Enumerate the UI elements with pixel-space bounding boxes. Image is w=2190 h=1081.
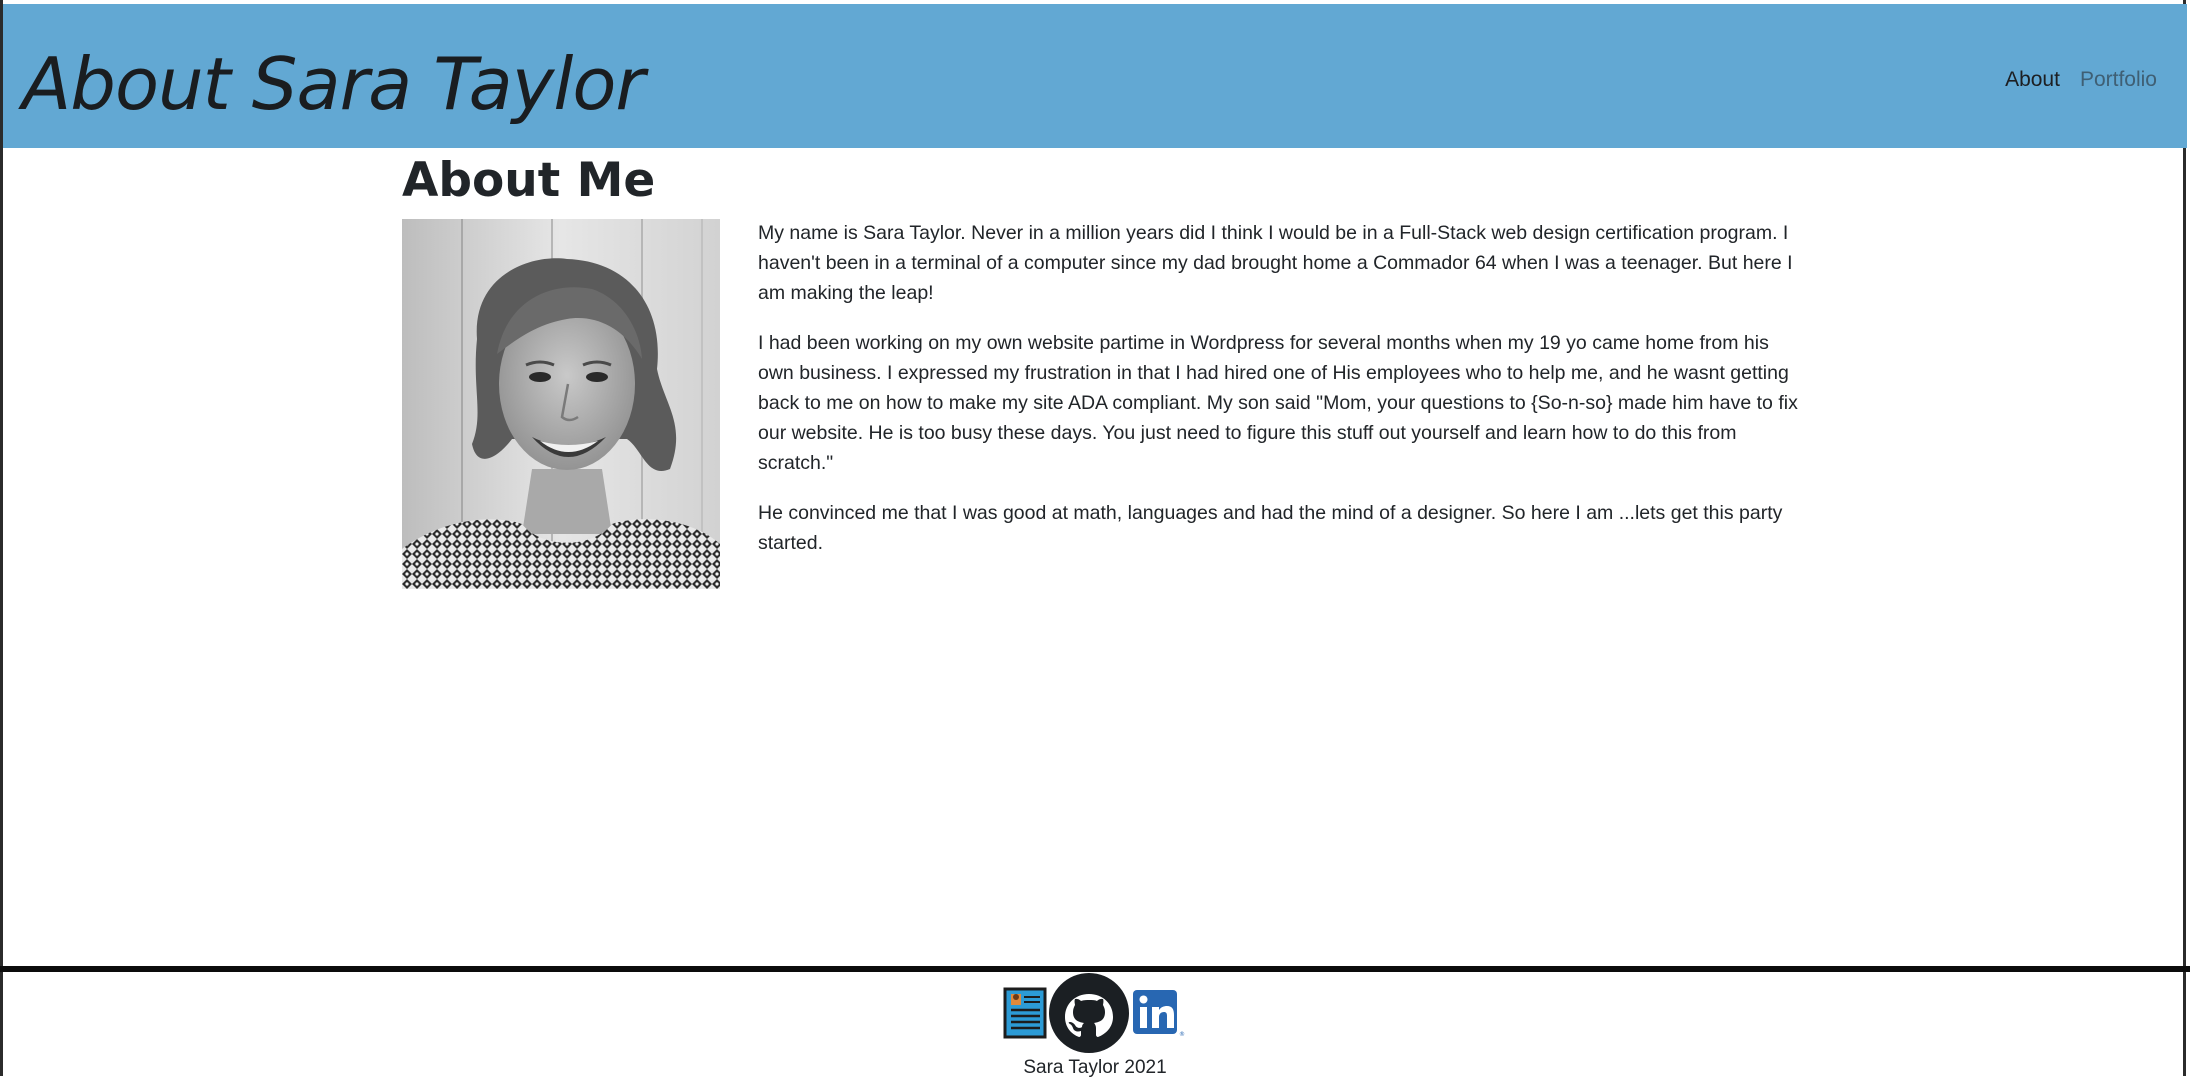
resume-icon[interactable] (1003, 987, 1047, 1039)
nav-link-about[interactable]: About (2005, 64, 2060, 96)
bio-paragraph: He convinced me that I was good at math,… (758, 502, 1783, 554)
footer-social-links: ® (1003, 972, 1193, 1054)
nav-link-portfolio[interactable]: Portfolio (2080, 64, 2157, 96)
github-icon[interactable] (1049, 973, 1129, 1053)
site-header: About Sara Taylor About Portfolio (3, 4, 2187, 148)
main-nav: About Portfolio (2005, 64, 2157, 96)
bio-text: My name is Sara Taylor. Never in a milli… (758, 218, 1798, 578)
about-section: About Me My name is Sara Taylor. Never i… (402, 148, 1798, 589)
footer-copyright: Sara Taylor 2021 (1023, 1057, 1167, 1078)
section-heading: About Me (402, 153, 656, 208)
bio-paragraph: I had been working on my own website par… (758, 332, 1798, 474)
linkedin-icon[interactable]: ® (1133, 990, 1185, 1038)
svg-text:®: ® (1179, 1031, 1185, 1038)
portrait-photo (402, 219, 720, 589)
bio-paragraph: My name is Sara Taylor. Never in a milli… (758, 222, 1793, 304)
site-title: About Sara Taylor (22, 42, 645, 126)
